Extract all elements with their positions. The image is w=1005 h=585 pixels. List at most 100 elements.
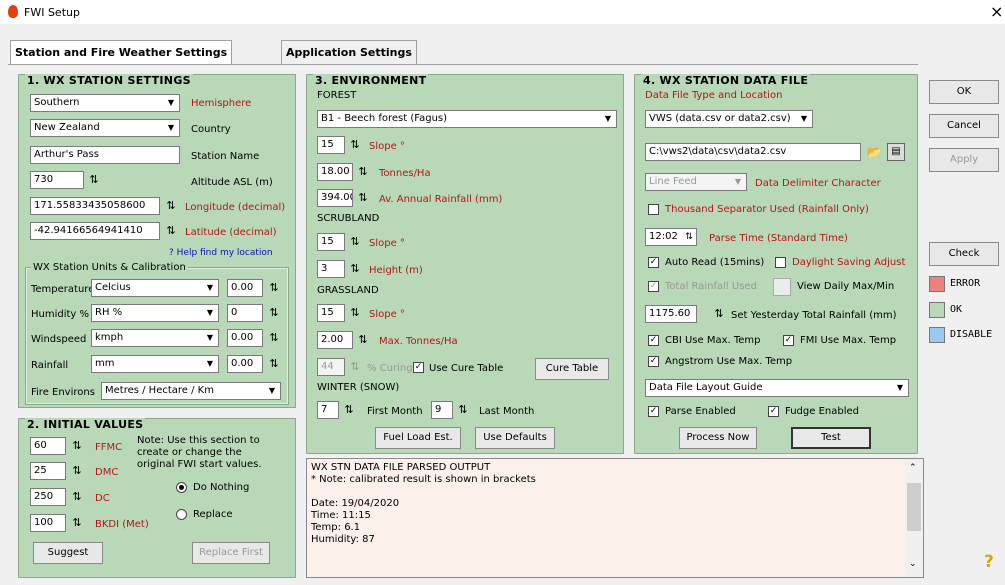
- fire-environs-select[interactable]: Metres / Hectare / Km ▼: [101, 382, 281, 400]
- cure-table-button[interactable]: Cure Table: [535, 358, 609, 380]
- fudge-enabled-checkbox[interactable]: ✓: [768, 406, 779, 417]
- yesterday-rainfall-spinner-icon[interactable]: ⇅: [711, 306, 727, 322]
- angstrom-max-temp-checkbox[interactable]: ✓: [648, 356, 659, 367]
- check-button[interactable]: Check: [929, 242, 999, 266]
- data-file-title: 4. WX STATION DATA FILE: [641, 74, 811, 87]
- delimiter-select[interactable]: Line Feed ▼: [645, 173, 747, 191]
- view-daily-label[interactable]: View Daily Max/Min: [797, 281, 894, 292]
- cbi-max-temp-checkbox[interactable]: ✓: [648, 335, 659, 346]
- scroll-up-icon[interactable]: ⌃: [909, 463, 917, 473]
- forest-tonnes-spinner-icon[interactable]: ⇅: [355, 164, 371, 180]
- forest-type-select[interactable]: B1 - Beech forest (Fagus) ▼: [317, 110, 617, 128]
- ffmc-field[interactable]: 60: [30, 437, 66, 455]
- dc-field[interactable]: 250: [30, 488, 66, 506]
- yesterday-rainfall-field[interactable]: 1175.60: [645, 305, 697, 323]
- windspeed-spinner-icon[interactable]: ⇅: [266, 330, 282, 346]
- bkdi-spinner-icon[interactable]: ⇅: [69, 515, 85, 531]
- windspeed-cal-field[interactable]: 0.00: [227, 329, 263, 347]
- scrollbar-thumb[interactable]: [907, 483, 921, 531]
- tab-station-settings[interactable]: Station and Fire Weather Settings: [10, 40, 233, 65]
- layout-guide-select[interactable]: Data File Layout Guide ▼: [645, 379, 909, 397]
- do-nothing-radio[interactable]: [176, 482, 187, 493]
- scrub-slope-field[interactable]: 15: [317, 233, 345, 251]
- chevron-down-icon: ▼: [167, 123, 175, 132]
- bkdi-field[interactable]: 100: [30, 514, 66, 532]
- longitude-field[interactable]: 171.55833435058600: [30, 197, 160, 215]
- suggest-button[interactable]: Suggest: [33, 542, 103, 564]
- scroll-down-icon[interactable]: ⌄: [909, 559, 917, 569]
- scrub-height-spinner-icon[interactable]: ⇅: [347, 261, 363, 277]
- forest-rainfall-spinner-icon[interactable]: ⇅: [355, 190, 371, 206]
- help-location-link[interactable]: ? Help find my location: [169, 248, 273, 258]
- longitude-label: Longitude (decimal): [185, 202, 286, 213]
- initial-values-title: 2. INITIAL VALUES: [25, 418, 146, 431]
- grass-tonnes-field[interactable]: 2.00: [317, 331, 353, 349]
- color-swatch-button[interactable]: [773, 278, 791, 296]
- auto-read-checkbox[interactable]: ✓: [648, 257, 659, 268]
- folder-open-icon[interactable]: 📂: [865, 144, 883, 160]
- fmi-max-temp-label: FMI Use Max. Temp: [800, 335, 897, 346]
- grass-tonnes-spinner-icon[interactable]: ⇅: [355, 332, 371, 348]
- temperature-unit-select[interactable]: Celcius ▼: [91, 279, 219, 297]
- first-month-field[interactable]: 7: [317, 401, 339, 419]
- scrub-slope-spinner-icon[interactable]: ⇅: [347, 234, 363, 250]
- last-month-spinner-icon[interactable]: ⇅: [455, 402, 471, 418]
- rainfall-cal-field[interactable]: 0.00: [227, 355, 263, 373]
- replace-first-button[interactable]: Replace First: [192, 542, 270, 564]
- fmi-max-temp-checkbox[interactable]: ✓: [783, 335, 794, 346]
- replace-radio[interactable]: [176, 509, 187, 520]
- latitude-spinner-icon[interactable]: ⇅: [163, 223, 179, 239]
- country-select[interactable]: New Zealand ▼: [30, 119, 180, 137]
- forest-tonnes-field[interactable]: 18.00: [317, 163, 353, 181]
- parsed-output-area[interactable]: WX STN DATA FILE PARSED OUTPUT * Note: c…: [306, 458, 924, 578]
- windspeed-unit-select[interactable]: kmph ▼: [91, 329, 219, 347]
- humidity-unit-select[interactable]: RH % ▼: [91, 304, 219, 322]
- curing-spinner-icon[interactable]: ⇅: [347, 359, 363, 375]
- close-button[interactable]: ×: [990, 2, 1003, 21]
- scrub-height-field[interactable]: 3: [317, 260, 345, 278]
- dmc-field[interactable]: 25: [30, 462, 66, 480]
- forest-slope-spinner-icon[interactable]: ⇅: [347, 137, 363, 153]
- grass-slope-field[interactable]: 15: [317, 304, 345, 322]
- use-cure-table-checkbox[interactable]: ✓: [413, 362, 424, 373]
- parse-time-spinner-icon[interactable]: ⇅: [681, 229, 697, 245]
- humidity-cal-field[interactable]: 0: [227, 304, 263, 322]
- total-rainfall-checkbox[interactable]: ✓: [648, 281, 659, 292]
- latitude-field[interactable]: -42.94166564941410: [30, 222, 160, 240]
- tab-application-settings[interactable]: Application Settings: [281, 40, 417, 64]
- data-file-type-select[interactable]: VWS (data.csv or data2.csv) ▼: [645, 110, 813, 128]
- last-month-field[interactable]: 9: [431, 401, 453, 419]
- thousand-separator-checkbox[interactable]: [648, 204, 659, 215]
- temperature-spinner-icon[interactable]: ⇅: [266, 280, 282, 296]
- altitude-field[interactable]: 730: [30, 171, 84, 189]
- forest-rainfall-field[interactable]: 394.00: [317, 189, 353, 207]
- temperature-cal-field[interactable]: 0.00: [227, 279, 263, 297]
- hemisphere-select[interactable]: Southern ▼: [30, 94, 180, 112]
- curing-field[interactable]: 44: [317, 358, 345, 376]
- fuel-load-button[interactable]: Fuel Load Est.: [375, 427, 461, 449]
- longitude-spinner-icon[interactable]: ⇅: [163, 198, 179, 214]
- altitude-spinner-icon[interactable]: ⇅: [86, 172, 102, 188]
- output-scrollbar[interactable]: ⌃ ⌄: [905, 459, 923, 577]
- dmc-spinner-icon[interactable]: ⇅: [69, 463, 85, 479]
- process-now-button[interactable]: Process Now: [679, 427, 757, 449]
- cancel-button[interactable]: Cancel: [929, 114, 999, 138]
- humidity-spinner-icon[interactable]: ⇅: [266, 305, 282, 321]
- ffmc-spinner-icon[interactable]: ⇅: [69, 438, 85, 454]
- daylight-saving-checkbox[interactable]: [775, 257, 786, 268]
- dc-spinner-icon[interactable]: ⇅: [69, 489, 85, 505]
- help-question-icon[interactable]: ?: [984, 552, 1002, 574]
- station-name-field[interactable]: Arthur's Pass: [30, 146, 180, 164]
- test-button[interactable]: Test: [791, 427, 871, 449]
- ok-button[interactable]: OK: [929, 80, 999, 104]
- parse-enabled-checkbox[interactable]: ✓: [648, 406, 659, 417]
- forest-slope-field[interactable]: 15: [317, 136, 345, 154]
- grass-slope-spinner-icon[interactable]: ⇅: [347, 305, 363, 321]
- apply-button[interactable]: Apply: [929, 148, 999, 172]
- rainfall-spinner-icon[interactable]: ⇅: [266, 356, 282, 372]
- use-defaults-button[interactable]: Use Defaults: [475, 427, 555, 449]
- data-file-path-field[interactable]: C:\vws2\data\csv\data2.csv: [645, 143, 861, 161]
- rainfall-unit-select[interactable]: mm ▼: [91, 355, 219, 373]
- file-properties-icon[interactable]: ▤: [887, 143, 905, 161]
- first-month-spinner-icon[interactable]: ⇅: [341, 402, 357, 418]
